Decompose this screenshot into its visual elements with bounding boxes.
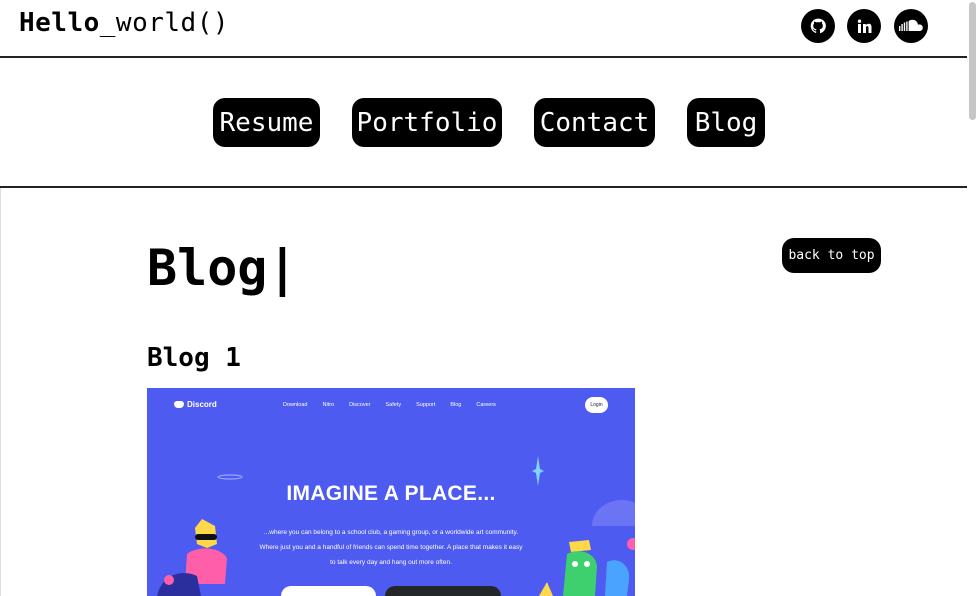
screenshot-download-button [281, 586, 376, 596]
discord-icon [174, 401, 184, 408]
back-to-top-button[interactable]: back to top [782, 238, 881, 273]
linkedin-link[interactable] [847, 9, 881, 43]
discord-logo: Discord [174, 400, 217, 409]
blog-post-image[interactable]: Discord Download Nitro Discover Safety S… [147, 388, 635, 596]
screenshot-login-button: Login [585, 397, 608, 413]
discord-brand-text: Discord [187, 400, 217, 409]
site-logo[interactable]: Hello_world() [19, 8, 229, 38]
blog-post-title: Blog 1 [147, 343, 241, 373]
screenshot-menu: Download Nitro Discover Safety Support B… [283, 402, 511, 408]
page-title: Blog| [147, 239, 298, 297]
screenshot-menu-item: Support [416, 402, 436, 408]
nav-portfolio-button[interactable]: Portfolio [352, 98, 502, 147]
soundcloud-link[interactable] [894, 9, 928, 43]
top-header: Hello_world() [0, 0, 977, 58]
nav-contact-button[interactable]: Contact [534, 98, 655, 147]
logo-rest-text: _world() [99, 8, 230, 38]
screenshot-menu-item: Nitro [322, 402, 335, 408]
screenshot-browser-button [385, 586, 501, 596]
screenshot-menu-item: Careers [476, 402, 496, 408]
screenshot-menu-item: Download [283, 402, 308, 408]
screenshot-menu-item: Discover [349, 402, 371, 408]
linkedin-icon [857, 19, 871, 33]
github-icon [810, 18, 826, 34]
logo-bold-text: Hello [19, 8, 100, 38]
github-link[interactable] [801, 9, 835, 43]
screenshot-menu-item: Safety [385, 402, 402, 408]
main-nav: Resume Portfolio Contact Blog [0, 58, 977, 188]
character-illustration-left [157, 519, 227, 596]
screenshot-headline: IMAGINE A PLACE... [286, 482, 496, 505]
ring-decoration [217, 474, 243, 480]
nav-resume-button[interactable]: Resume [213, 98, 320, 147]
character-illustration-right [539, 538, 635, 596]
soundcloud-icon [899, 19, 923, 31]
screenshot-menu-item: Blog [450, 402, 462, 408]
nav-blog-button[interactable]: Blog [687, 98, 765, 147]
scrollbar-thumb[interactable] [969, 2, 976, 120]
